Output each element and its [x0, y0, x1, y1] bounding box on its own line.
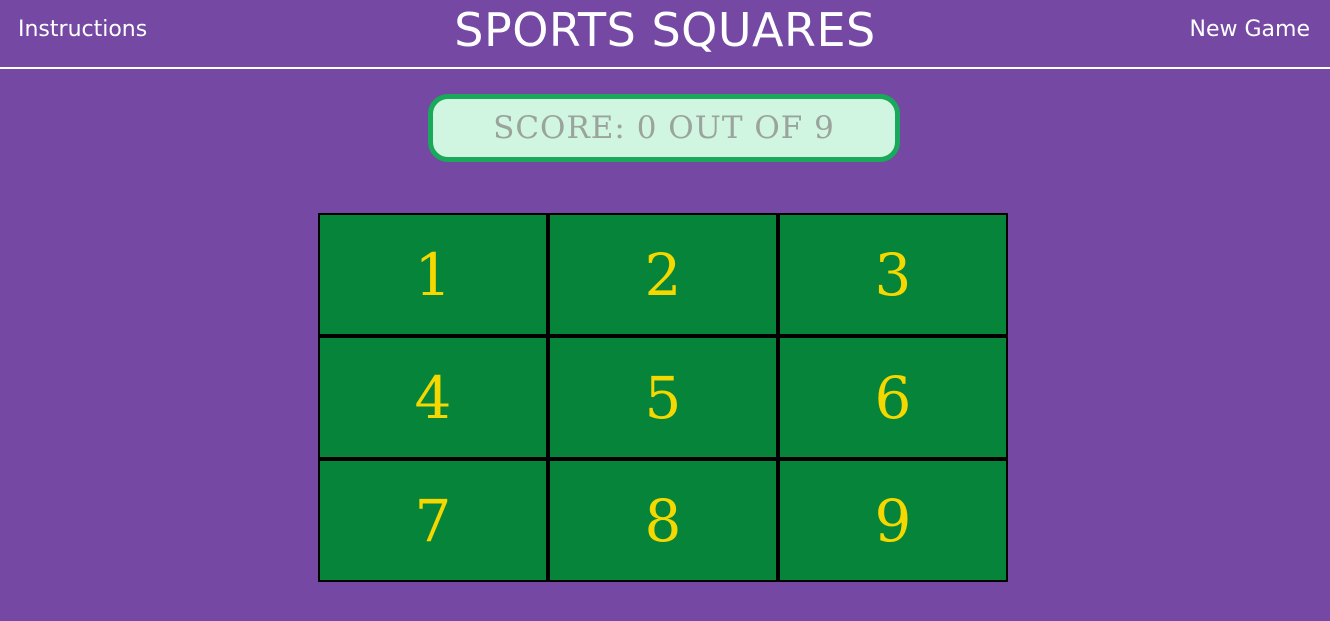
square-1[interactable]: 1 — [320, 215, 546, 334]
square-2[interactable]: 2 — [550, 215, 776, 334]
square-3[interactable]: 3 — [780, 215, 1006, 334]
square-7[interactable]: 7 — [320, 461, 546, 580]
square-4[interactable]: 4 — [320, 338, 546, 457]
square-9[interactable]: 9 — [780, 461, 1006, 580]
new-game-link[interactable]: New Game — [1190, 14, 1310, 46]
square-8[interactable]: 8 — [550, 461, 776, 580]
page-title: SPORTS SQUARES — [454, 3, 876, 57]
game-board: 1 2 3 4 5 6 7 8 9 — [318, 213, 1008, 582]
top-bar: Instructions SPORTS SQUARES New Game — [0, 0, 1330, 69]
square-5[interactable]: 5 — [550, 338, 776, 457]
square-6[interactable]: 6 — [780, 338, 1006, 457]
score-display: SCORE: 0 OUT OF 9 — [428, 94, 900, 162]
